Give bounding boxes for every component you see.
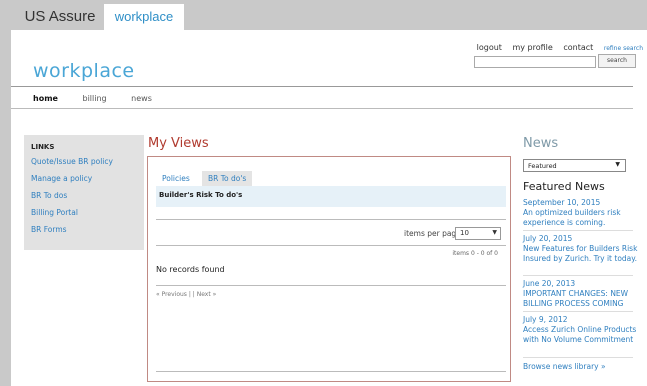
nav-home[interactable]: home [33,94,58,103]
news-filter-value: Featured [528,162,557,170]
news-date: July 20, 2015 [523,234,573,243]
news-item-link[interactable]: An optimized builders risk experience is… [523,208,643,227]
app-tabs-bar: US Assure workplace [0,0,647,30]
tab-br-todos[interactable]: BR To do's [202,171,253,186]
sidebar-item-quote-issue[interactable]: Quote/Issue BR policy [31,157,113,166]
sidebar-item-br-todos[interactable]: BR To dos [31,191,67,200]
main-nav: home billing news [33,94,174,103]
news-divider [523,357,633,358]
nav-divider-bottom [11,108,633,109]
contact-link[interactable]: contact [563,43,593,52]
my-profile-link[interactable]: my profile [512,43,552,52]
dropdown-arrow-icon: ▼ [492,229,497,236]
nav-divider-top [11,86,633,87]
search-button[interactable]: search [598,54,636,68]
news-item-link[interactable]: IMPORTANT CHANGES: NEW BILLING PROCESS C… [523,289,643,308]
tab-policies[interactable]: Policies [156,171,196,186]
brand-logo: workplace [33,60,135,82]
items-per-page-label: items per page [404,229,461,238]
no-records-message: No records found [156,265,225,274]
divider [156,371,506,372]
items-per-page-value: 10 [460,229,469,237]
news-date: June 20, 2013 [523,279,576,288]
browse-news-link[interactable]: Browse news library » [523,362,606,371]
logout-link[interactable]: logout [477,43,502,52]
divider [156,219,506,220]
section-header: Builder's Risk To do's [156,186,506,207]
pager[interactable]: « Previous | | Next » [156,291,216,298]
news-date: September 10, 2015 [523,198,601,207]
refine-search-link[interactable]: refine search [604,45,643,52]
my-views-panel: Policies BR To do's Builder's Risk To do… [147,156,511,382]
sidebar-item-br-forms[interactable]: BR Forms [31,225,67,234]
top-links: logout my profile contact refine search [469,43,643,52]
items-count: items 0 - 0 of 0 [452,250,498,257]
items-per-page-select[interactable]: 10 ▼ [455,227,501,240]
dropdown-arrow-icon: ▼ [615,161,620,168]
featured-news-title: Featured News [523,180,605,193]
sidebar-item-billing-portal[interactable]: Billing Portal [31,208,78,217]
divider [156,285,506,286]
news-item-link[interactable]: New Features for Builders Risk Insured b… [523,244,643,263]
news-divider [523,311,633,312]
tab-workplace[interactable]: workplace [104,4,184,30]
nav-news[interactable]: news [131,94,152,103]
search-input[interactable] [474,56,596,68]
news-date: July 9, 2012 [523,315,568,324]
my-views-title: My Views [148,136,209,151]
news-divider [523,275,633,276]
sidebar-links: LINKS Quote/Issue BR policy Manage a pol… [24,135,144,250]
news-item-link[interactable]: Access Zurich Online Products with No Vo… [523,325,643,344]
divider [156,245,506,246]
sidebar-title: LINKS [31,143,55,151]
page-content: logout my profile contact refine search … [11,30,647,386]
sidebar-item-manage-policy[interactable]: Manage a policy [31,174,92,183]
tab-us-assure[interactable]: US Assure [16,4,104,30]
news-title: News [523,136,559,151]
nav-billing[interactable]: billing [83,94,107,103]
news-filter-select[interactable]: Featured ▼ [523,159,626,172]
news-divider [523,230,633,231]
